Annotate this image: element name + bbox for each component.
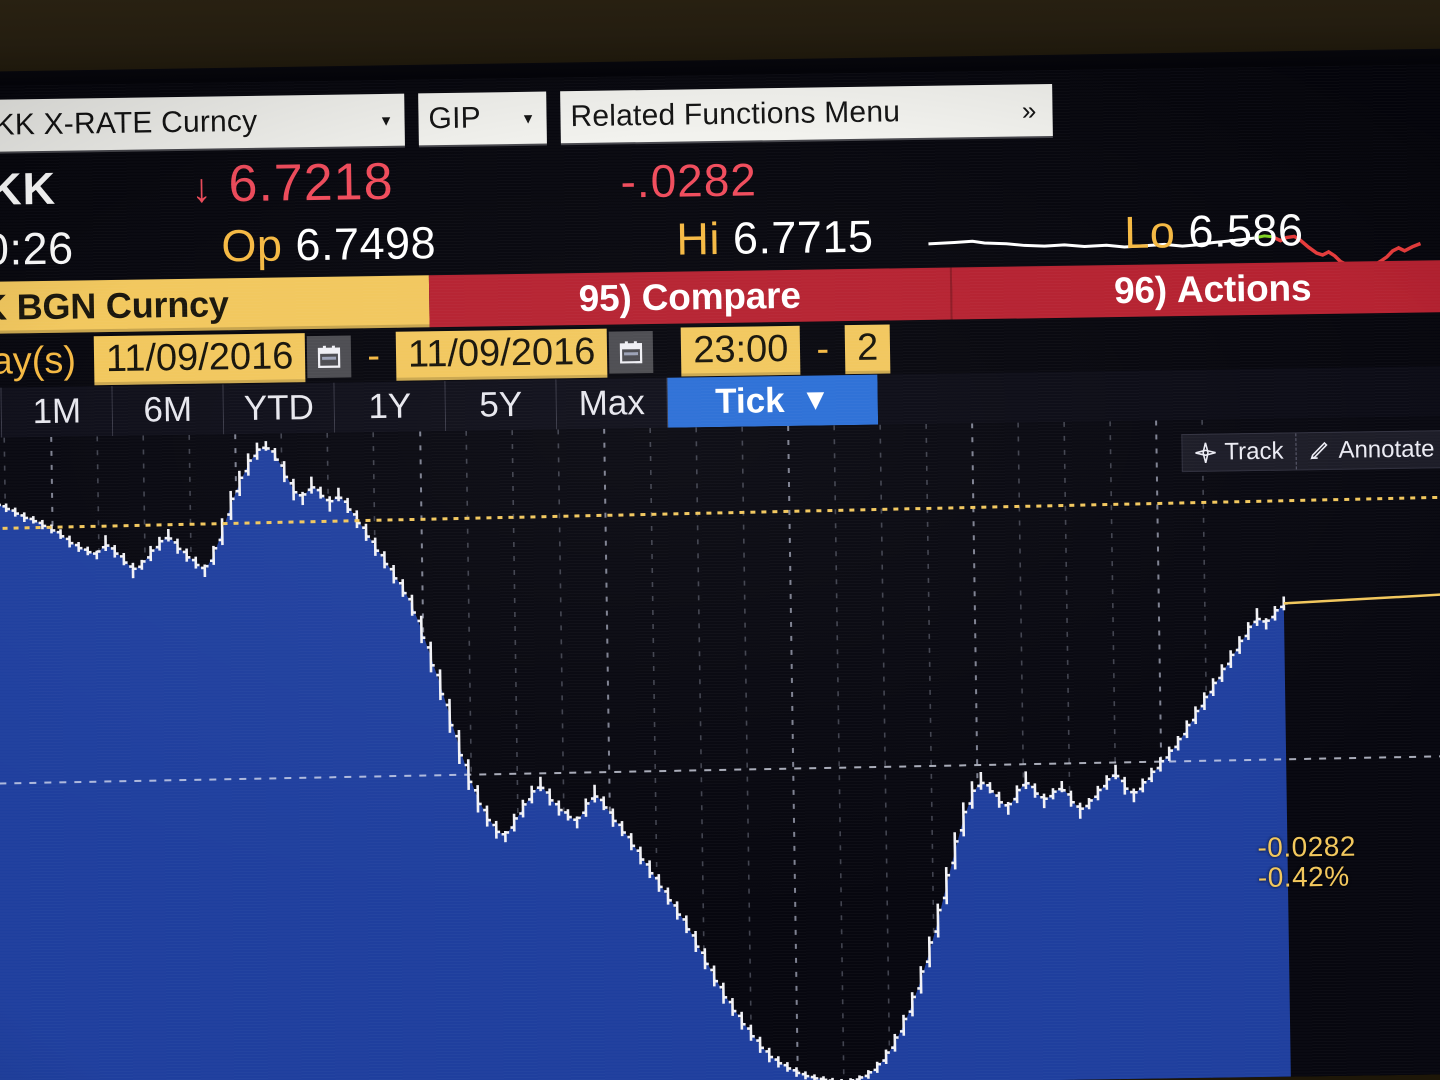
last-price: 6.7218 [228, 152, 394, 214]
actions-button-number: 96) [1113, 269, 1168, 312]
tab-1m-label: 1M [32, 391, 82, 432]
annotate-button-label: Annotate [1338, 435, 1435, 464]
low-label: Lo [1123, 206, 1176, 258]
chart-canvas [0, 415, 1440, 1080]
related-functions-menu[interactable]: Related Functions Menu » [560, 84, 1053, 144]
open-group: Op 6.7498 [221, 217, 436, 272]
chart-tools: Track Annotate [1181, 430, 1440, 473]
chevron-down-icon[interactable]: ▼ [800, 383, 830, 417]
low-group: Lo 6.586 [1124, 204, 1304, 259]
start-date-value: 11/09/2016 [105, 334, 294, 380]
end-time-value: 2 [856, 326, 879, 369]
tabs-spacer [877, 365, 1440, 425]
tab-1y[interactable]: 1Y [334, 381, 447, 433]
tab-max[interactable]: Max [556, 377, 669, 430]
ticker-chip[interactable]: KK BGN Curncy [0, 275, 430, 335]
tab-ytd[interactable]: YTD [223, 382, 336, 435]
low-value: 6.586 [1187, 204, 1304, 257]
high-value: 6.7715 [732, 210, 874, 264]
compare-button-label: Compare [641, 274, 801, 319]
annotation-change-abs: -0.0282 [1257, 830, 1357, 864]
end-calendar-button[interactable] [609, 330, 654, 374]
end-date-value: 11/09/2016 [407, 330, 596, 376]
double-chevron-down-icon[interactable]: » [1014, 95, 1053, 125]
crosshair-icon [1195, 442, 1216, 463]
tab-5y[interactable]: 5Y [445, 379, 558, 432]
tab-6m[interactable]: 6M [112, 384, 225, 436]
start-time-input[interactable]: 23:00 [680, 325, 801, 377]
tab-tick-label: Tick [714, 381, 785, 422]
tab-6m-label: 6M [143, 389, 193, 430]
related-functions-label: Related Functions Menu [570, 95, 901, 134]
terminal-screen: -DKK X-RATE Curncy ▾ GIP ▾ Related Funct… [0, 63, 1440, 1080]
open-value: 6.7498 [295, 217, 437, 271]
tab-1y-label: 1Y [368, 386, 412, 427]
tab-max-label: Max [578, 383, 646, 424]
start-calendar-button[interactable] [307, 335, 352, 379]
chevron-down-icon[interactable]: ▾ [518, 108, 547, 127]
track-button-label: Track [1224, 437, 1284, 466]
security-input-value: -DKK X-RATE Curncy [0, 104, 258, 143]
tab-5y-label: 5Y [479, 384, 523, 425]
quote-time: 10:26 [0, 222, 74, 276]
track-button[interactable]: Track [1182, 433, 1297, 472]
annotation-change-pct: -0.42% [1257, 860, 1350, 894]
date-range-separator: - [366, 334, 381, 377]
security-input[interactable]: -DKK X-RATE Curncy ▾ [0, 93, 405, 153]
down-arrow-icon: ↓ [191, 166, 212, 211]
security-name: DKK [0, 162, 57, 216]
chevron-down-icon[interactable]: ▾ [376, 110, 405, 129]
function-input[interactable]: GIP ▾ [418, 91, 547, 146]
ticker-chip-label: KK BGN Curncy [0, 283, 229, 329]
period-unit-label: Day(s) [0, 339, 77, 383]
time-range-separator: - [816, 327, 830, 371]
pencil-icon [1310, 441, 1328, 460]
calendar-icon [620, 341, 643, 364]
tab-ytd-label: YTD [243, 387, 315, 429]
change-annotation: -0.0282 -0.42% [1257, 830, 1357, 894]
start-date-input[interactable]: 11/09/2016 [93, 332, 306, 385]
end-time-input[interactable]: 2 [844, 323, 891, 374]
compare-button[interactable]: 95) Compare [428, 267, 953, 328]
monitor-photo: -DKK X-RATE Curncy ▾ GIP ▾ Related Funct… [0, 0, 1440, 1080]
calendar-icon [318, 345, 341, 369]
end-date-input[interactable]: 11/09/2016 [395, 328, 608, 381]
high-group: Hi 6.7715 [676, 211, 874, 266]
actions-button[interactable]: 96) Actions [951, 259, 1440, 320]
high-label: Hi [675, 212, 721, 265]
actions-button-label: Actions [1176, 267, 1312, 311]
annotate-button[interactable]: Annotate [1296, 431, 1440, 469]
tab-1m[interactable]: 1M [1, 385, 114, 438]
price-chart[interactable]: Track Annotate -0.0282 -0.42% [0, 415, 1440, 1080]
tab-tick[interactable]: Tick ▼ [667, 374, 879, 428]
open-label: Op [221, 219, 283, 272]
start-time-value: 23:00 [692, 327, 789, 371]
function-input-value: GIP [428, 101, 482, 136]
price-change: -.0282 [620, 153, 758, 208]
compare-button-number: 95) [578, 277, 632, 320]
